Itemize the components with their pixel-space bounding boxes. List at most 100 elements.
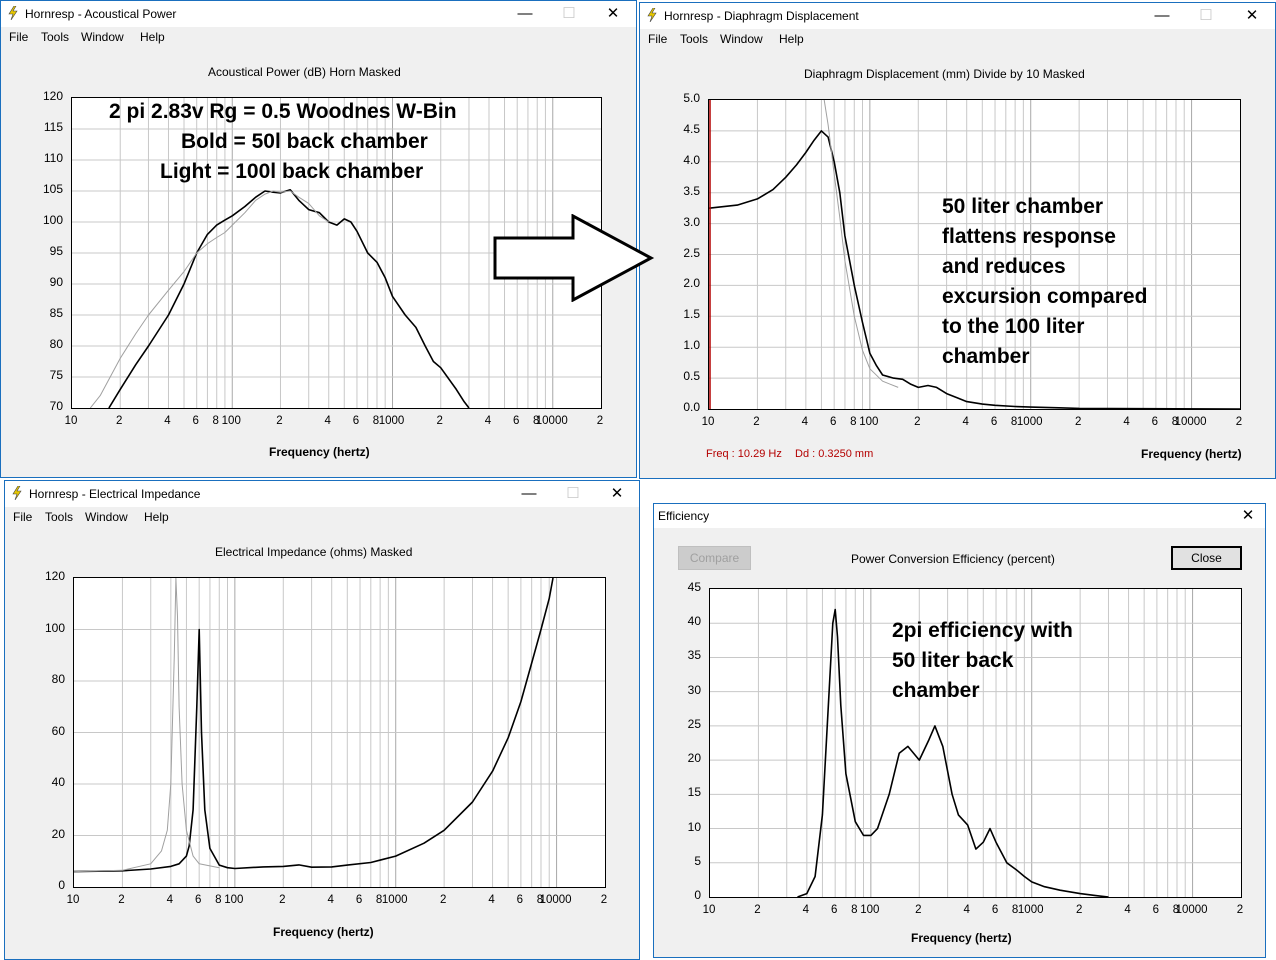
x-tick-label: 4 [484, 415, 492, 427]
annotation-text: 50 liter chamber flattens response and r… [942, 192, 1147, 372]
x-tick-label: 2 [436, 415, 443, 427]
annotation-line: flattens response [942, 225, 1116, 248]
series-line-light [89, 190, 329, 408]
x-tick-label: 8 [850, 416, 857, 428]
y-tick-label: 5.0 [683, 91, 700, 105]
y-tick-label: 75 [49, 368, 63, 382]
title-bar[interactable]: Efficiency ✕ [654, 504, 1265, 528]
x-tick-label: 10 [64, 415, 78, 427]
x-tick-label: 4 [1123, 416, 1130, 428]
x-tick-label: 6 [829, 416, 837, 428]
menu-help[interactable]: Help [144, 510, 169, 524]
y-tick-label: 5 [694, 853, 701, 868]
y-tick-label: 20 [687, 751, 701, 766]
close-icon[interactable]: ✕ [1228, 504, 1265, 528]
x-tick-label: 2 [1236, 904, 1244, 916]
close-icon[interactable]: ✕ [595, 481, 639, 507]
efficiency-window[interactable]: Efficiency ✕ Compare Power Conversion Ef… [653, 503, 1266, 958]
maximize-icon[interactable]: ☐ [1184, 3, 1228, 29]
menu-window[interactable]: Window [85, 510, 128, 524]
menu-tools[interactable]: Tools [41, 30, 69, 44]
x-tick-label: 6 [1152, 904, 1160, 916]
title-bar[interactable]: Hornresp - Electrical Impedance — ☐ ✕ [5, 481, 639, 507]
y-tick-label: 2.5 [683, 245, 700, 260]
annotation-line: 50 liter chamber [942, 195, 1104, 218]
x-tick-label: 2 [753, 416, 760, 428]
x-tick-label: 2 [596, 415, 604, 427]
x-tick-label: 6 [830, 904, 838, 916]
annotation-line: to the 100 liter [942, 315, 1085, 338]
annotation-text: 2 pi 2.83v Rg = 0.5 Woodnes W-Bin Bold =… [109, 97, 457, 187]
annotation-line: chamber [942, 345, 1030, 368]
menu-tools[interactable]: Tools [45, 510, 73, 524]
annotation-line: 2pi efficiency with [892, 619, 1073, 642]
client-area: Diaphragm Displacement (mm) Divide by 10… [640, 49, 1275, 478]
menu-help[interactable]: Help [140, 30, 165, 44]
annotation-line: 50 liter back [892, 649, 1014, 672]
x-tick-label: 4 [963, 904, 970, 916]
x-axis-title: Frequency (hertz) [911, 931, 1012, 945]
close-button[interactable]: Close [1171, 546, 1242, 570]
x-tick-label: 6 [516, 894, 524, 906]
chart-title: Acoustical Power (dB) Horn Masked [208, 65, 401, 79]
y-tick-label: 1.5 [683, 307, 700, 322]
menu-file[interactable]: File [9, 30, 28, 44]
electrical-impedance-window[interactable]: Hornresp - Electrical Impedance — ☐ ✕ Fi… [4, 480, 640, 960]
menu-bar: File Tools Window Help [5, 507, 639, 527]
close-icon[interactable]: ✕ [1230, 3, 1274, 29]
annotation-line: excursion compared [942, 285, 1148, 308]
y-tick-label: 40 [687, 614, 701, 629]
x-tick-label: 4 [166, 894, 174, 906]
x-tick-label: 4 [164, 415, 171, 427]
x-tick-label: 6 [991, 904, 999, 916]
maximize-icon[interactable]: ☐ [547, 1, 591, 27]
x-tick-label: 4 [488, 894, 495, 906]
y-tick-label: 80 [49, 337, 63, 351]
x-tick-label: 2 [276, 415, 283, 427]
x-tick-label: 6 [513, 415, 520, 427]
y-tick-label: 100 [42, 213, 63, 227]
chart-svg [74, 578, 605, 887]
menu-window[interactable]: Window [81, 30, 124, 44]
x-tick-label: 8 [212, 415, 219, 427]
electrical-impedance-plot[interactable] [73, 577, 606, 888]
y-tick-label: 3.5 [683, 183, 700, 198]
diaphragm-displacement-window[interactable]: Hornresp - Diaphragm Displacement — ☐ ✕ … [639, 2, 1276, 479]
hornresp-app-icon [647, 8, 657, 22]
minimize-icon[interactable]: — [503, 1, 547, 27]
x-tick-label: 6 [192, 415, 199, 427]
x-tick-label: 100 [224, 894, 244, 906]
x-tick-label: 1000 [1017, 904, 1044, 916]
maximize-icon[interactable]: ☐ [551, 481, 595, 507]
x-tick-label: 6 [990, 416, 998, 428]
x-tick-label: 2 [754, 904, 761, 916]
title-bar[interactable]: Hornresp - Diaphragm Displacement — ☐ ✕ [640, 3, 1275, 29]
x-tick-label: 2 [279, 894, 286, 906]
y-tick-label: 4.5 [683, 121, 700, 136]
y-tick-label: 10 [687, 819, 701, 834]
y-tick-label: 105 [42, 182, 63, 196]
y-tick-label: 60 [51, 723, 65, 738]
minimize-icon[interactable]: — [507, 481, 551, 507]
compare-button[interactable]: Compare [678, 546, 751, 570]
x-tick-label: 1000 [1016, 416, 1043, 428]
x-tick-label: 4 [1124, 904, 1131, 916]
x-tick-label: 100 [859, 416, 879, 428]
menu-file[interactable]: File [648, 32, 667, 46]
close-icon[interactable]: ✕ [591, 1, 635, 27]
client-area: Compare Power Conversion Efficiency (per… [654, 528, 1265, 957]
y-tick-label: 115 [43, 120, 63, 134]
y-tick-label: 90 [49, 275, 63, 289]
y-tick-label: 0 [694, 888, 701, 902]
x-tick-label: 100 [860, 904, 880, 916]
minimize-icon[interactable]: — [1140, 3, 1184, 29]
x-tick-label: 4 [801, 416, 809, 428]
menu-help[interactable]: Help [779, 32, 804, 46]
menu-window[interactable]: Window [720, 32, 763, 46]
x-tick-label: 2 [915, 904, 922, 916]
title-bar[interactable]: Hornresp - Acoustical Power — ☐ ✕ [1, 1, 636, 27]
x-tick-label: 2 [1074, 416, 1082, 428]
menu-file[interactable]: File [13, 510, 32, 524]
series-line-light [823, 100, 899, 388]
menu-tools[interactable]: Tools [680, 32, 708, 46]
